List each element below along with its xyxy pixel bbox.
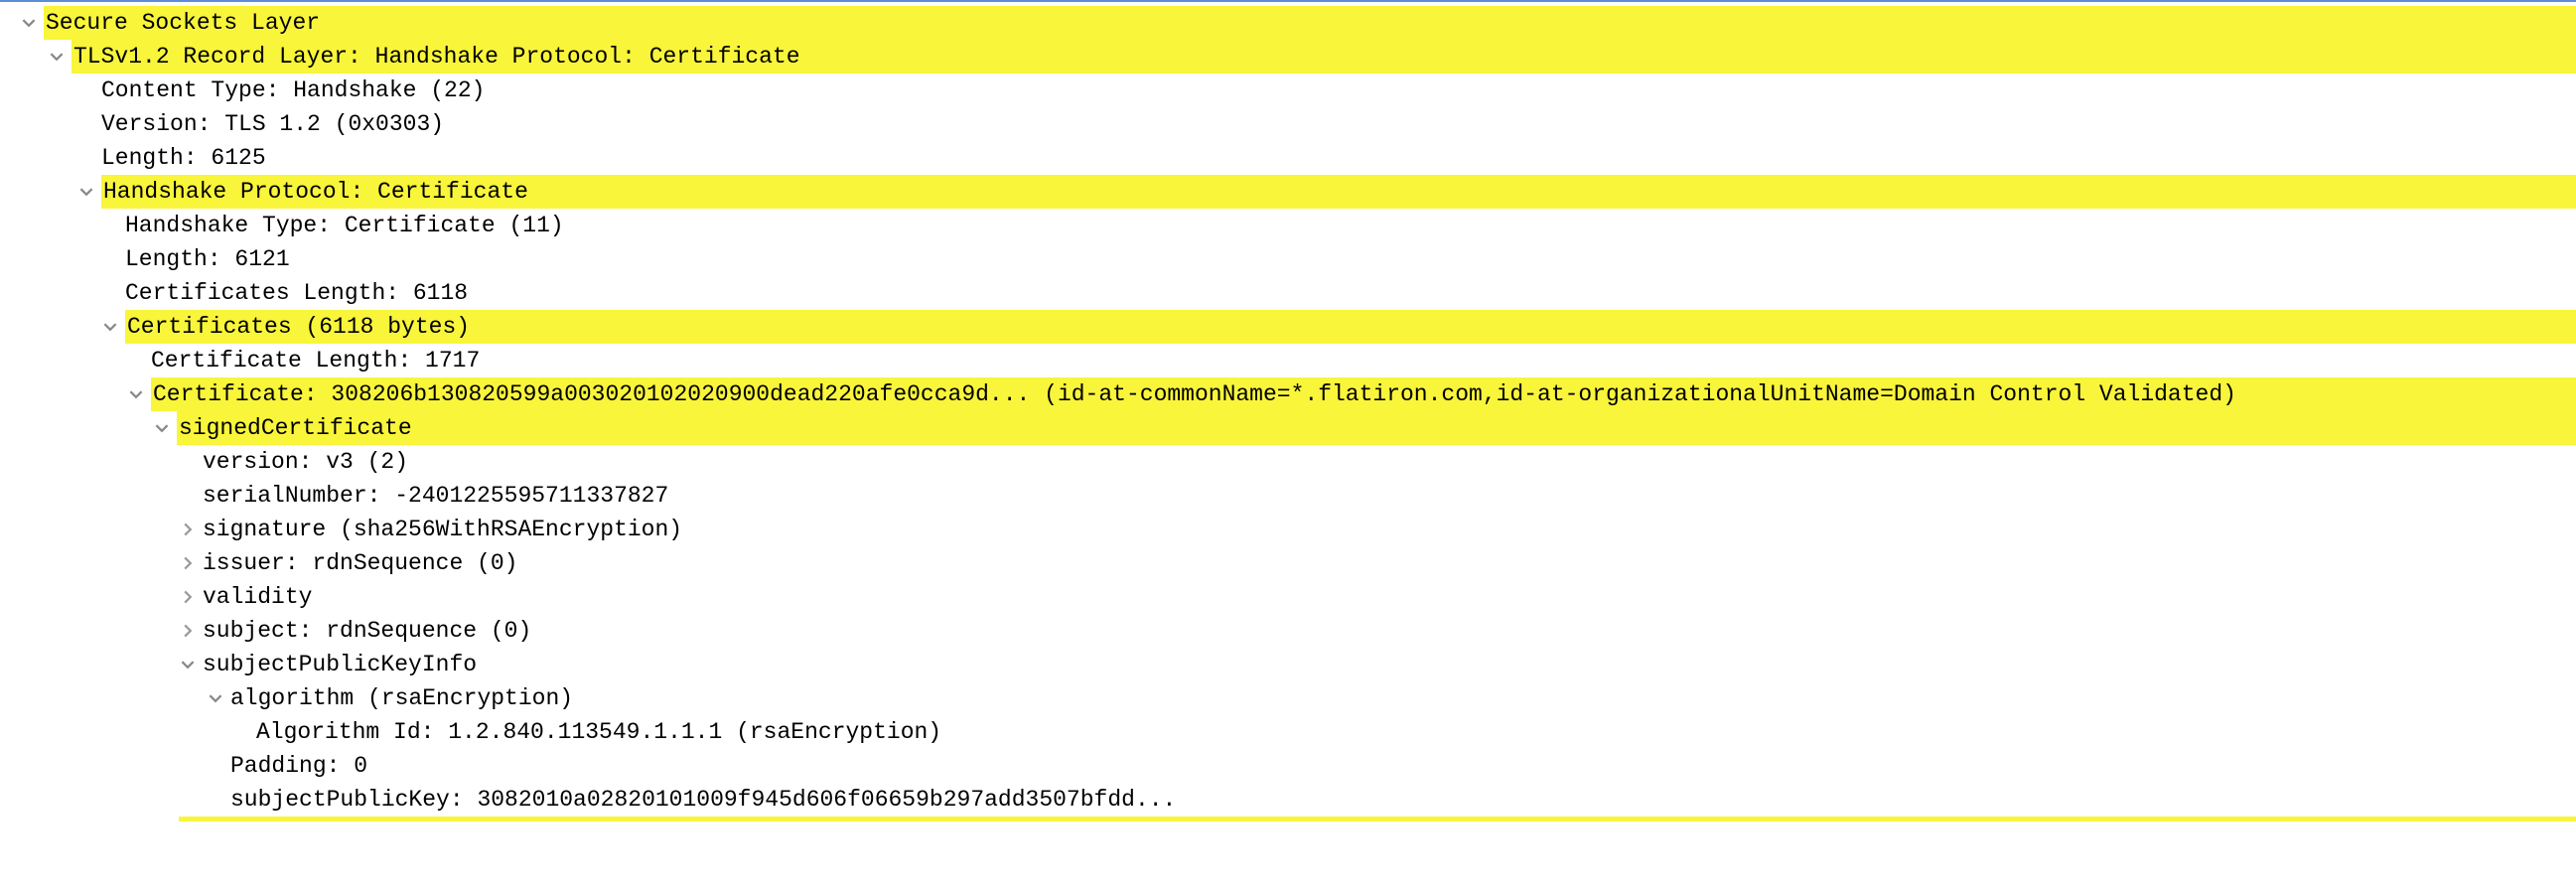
chevron-right-icon[interactable] xyxy=(179,521,197,538)
chevron-down-icon[interactable] xyxy=(101,318,119,336)
tree-row-handshake[interactable]: Handshake Protocol: Certificate xyxy=(0,175,2576,209)
field-hs-type: Handshake Type: Certificate (11) xyxy=(125,209,564,243)
field-sc-signature: signature (sha256WithRSAEncryption) xyxy=(203,513,682,547)
tree-row-algorithm[interactable]: algorithm (rsaEncryption) xyxy=(0,681,2576,715)
chevron-right-icon[interactable] xyxy=(179,588,197,606)
tree-row-spki[interactable]: subjectPublicKeyInfo xyxy=(0,648,2576,681)
chevron-right-icon[interactable] xyxy=(179,554,197,572)
tree-row-signed[interactable]: signedCertificate xyxy=(0,411,2576,445)
tree-row[interactable]: Length: 6125 xyxy=(0,141,2576,175)
chevron-down-icon[interactable] xyxy=(179,656,197,673)
field-padding: Padding: 0 xyxy=(230,749,367,784)
tree-row[interactable]: Handshake Type: Certificate (11) xyxy=(0,209,2576,242)
field-pubkey: subjectPublicKey: 3082010a02820101009f94… xyxy=(230,783,1176,818)
field-version: Version: TLS 1.2 (0x0303) xyxy=(101,107,444,142)
tree-row-signature[interactable]: signature (sha256WithRSAEncryption) xyxy=(0,513,2576,546)
tree-row-ssl[interactable]: Secure Sockets Layer xyxy=(0,6,2576,40)
tree-row-certs[interactable]: Certificates (6118 bytes) xyxy=(0,310,2576,344)
tree-row-record[interactable]: TLSv1.2 Record Layer: Handshake Protocol… xyxy=(0,40,2576,74)
label-signed: signedCertificate xyxy=(177,411,2576,445)
field-sc-version: version: v3 (2) xyxy=(203,445,408,480)
chevron-down-icon[interactable] xyxy=(77,183,95,201)
chevron-down-icon[interactable] xyxy=(127,385,145,403)
tree-row[interactable]: subjectPublicKey: 3082010a02820101009f94… xyxy=(0,783,2576,817)
field-sc-subject: subject: rdnSequence (0) xyxy=(203,614,531,649)
field-cert-length: Certificate Length: 1717 xyxy=(151,344,480,378)
field-length: Length: 6125 xyxy=(101,141,266,176)
chevron-right-icon[interactable] xyxy=(179,622,197,640)
tree-row[interactable]: Version: TLS 1.2 (0x0303) xyxy=(0,107,2576,141)
label-spki: subjectPublicKeyInfo xyxy=(203,648,477,682)
field-sc-validity: validity xyxy=(203,580,312,615)
label-cert0: Certificate: 308206b130820599a0030201020… xyxy=(151,377,2576,411)
tree-row[interactable]: Certificate Length: 1717 xyxy=(0,344,2576,377)
label-certs: Certificates (6118 bytes) xyxy=(125,310,2576,344)
label-handshake: Handshake Protocol: Certificate xyxy=(101,175,2576,209)
tree-row[interactable]: Algorithm Id: 1.2.840.113549.1.1.1 (rsaE… xyxy=(0,715,2576,749)
chevron-down-icon[interactable] xyxy=(20,14,38,32)
tree-row-validity[interactable]: validity xyxy=(0,580,2576,614)
tree-row-cert0[interactable]: Certificate: 308206b130820599a0030201020… xyxy=(0,377,2576,411)
partial-next-highlight xyxy=(179,817,2576,821)
field-certs-length: Certificates Length: 6118 xyxy=(125,276,468,311)
tree-row[interactable]: Padding: 0 xyxy=(0,749,2576,783)
tree-row[interactable]: Certificates Length: 6118 xyxy=(0,276,2576,310)
tree-row[interactable]: Length: 6121 xyxy=(0,242,2576,276)
chevron-down-icon[interactable] xyxy=(207,689,224,707)
label-ssl: Secure Sockets Layer xyxy=(44,6,2576,40)
tree-row[interactable]: Content Type: Handshake (22) xyxy=(0,74,2576,107)
field-sc-serial: serialNumber: -2401225595711337827 xyxy=(203,479,668,514)
label-algorithm: algorithm (rsaEncryption) xyxy=(230,681,573,716)
chevron-down-icon[interactable] xyxy=(48,48,66,66)
tree-row-issuer[interactable]: issuer: rdnSequence (0) xyxy=(0,546,2576,580)
field-alg-id: Algorithm Id: 1.2.840.113549.1.1.1 (rsaE… xyxy=(256,715,941,750)
packet-details-panel: Secure Sockets Layer TLSv1.2 Record Laye… xyxy=(0,0,2576,896)
field-content-type: Content Type: Handshake (22) xyxy=(101,74,485,108)
tree-row-subject[interactable]: subject: rdnSequence (0) xyxy=(0,614,2576,648)
tree-row[interactable]: serialNumber: -2401225595711337827 xyxy=(0,479,2576,513)
field-hs-length: Length: 6121 xyxy=(125,242,290,277)
field-sc-issuer: issuer: rdnSequence (0) xyxy=(203,546,517,581)
label-record: TLSv1.2 Record Layer: Handshake Protocol… xyxy=(72,40,2576,74)
chevron-down-icon[interactable] xyxy=(153,419,171,437)
tree-row[interactable]: version: v3 (2) xyxy=(0,445,2576,479)
